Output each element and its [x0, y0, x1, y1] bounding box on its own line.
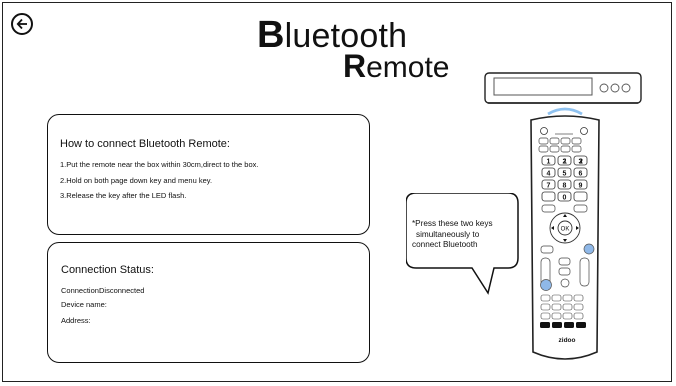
status-heading: Connection Status:: [61, 264, 154, 276]
tip-callout: *Press these two keys simultaneously to …: [406, 193, 519, 295]
back-arrow-icon: [16, 18, 27, 30]
svg-text:4: 4: [547, 171, 551, 178]
svg-text:7: 7: [547, 183, 551, 190]
svg-text:8: 8: [563, 183, 567, 190]
set-top-box-icon: [484, 72, 642, 104]
svg-text:0: 0: [563, 195, 567, 202]
highlight-key-page-down: [583, 243, 595, 255]
svg-text:1: 1: [547, 159, 551, 166]
svg-text:3: 3: [579, 159, 583, 166]
connection-value: Disconnected: [99, 286, 145, 295]
svg-text:2: 2: [563, 159, 567, 166]
instructions-heading: How to connect Bluetooth Remote:: [60, 138, 230, 150]
svg-text:9: 9: [579, 183, 583, 190]
connection-status-panel: Connection Status: Connection: Disconnec…: [47, 242, 370, 363]
brand-logo: zidoo: [559, 337, 576, 344]
highlight-key-menu: [540, 279, 552, 291]
remote-control-illustration: 1 2 3 123 456 789 0 OK zidoo: [530, 107, 600, 360]
device-name-label: Device name:: [61, 300, 107, 309]
back-button[interactable]: [11, 13, 33, 35]
signal-wave-icon: [547, 107, 583, 116]
instructions-panel: How to connect Bluetooth Remote: 1.Put t…: [47, 114, 370, 235]
tip-text: *Press these two keys simultaneously to …: [412, 219, 493, 249]
title-line-bluetooth: Bluetooth: [257, 14, 408, 56]
instruction-step: 1.Put the remote near the box within 30c…: [60, 160, 259, 169]
instruction-step: 3.Release the key after the LED flash.: [60, 191, 187, 200]
page-title: Bluetooth Remote: [257, 14, 457, 86]
title-line-remote: Remote: [343, 48, 450, 84]
connection-label: Connection:: [61, 286, 102, 295]
ok-key: OK: [561, 227, 570, 233]
svg-text:5: 5: [563, 171, 567, 178]
svg-text:6: 6: [579, 171, 583, 178]
instruction-step: 2.Hold on both page down key and menu ke…: [60, 176, 213, 185]
address-label: Address:: [61, 316, 91, 325]
